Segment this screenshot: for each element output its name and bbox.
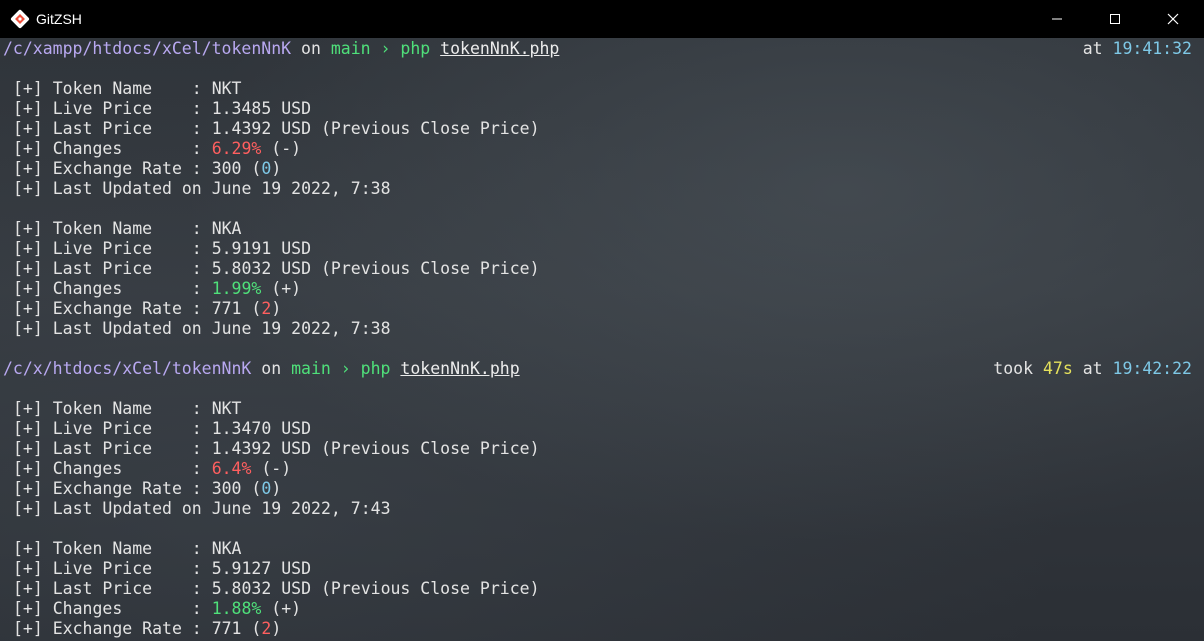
close-icon (1167, 13, 1179, 25)
token-name: NKA (211, 539, 242, 558)
last-price: 1.4392 USD (Previous Close Price) (211, 119, 540, 138)
change-sign: (-) (251, 459, 292, 478)
token-name-line: [+] Token Name : NKT (13, 399, 242, 418)
prompt-at: at (1082, 359, 1103, 378)
prompt-branch: main (291, 359, 331, 378)
close-button[interactable] (1144, 0, 1202, 38)
title-bar[interactable]: GitZSH (0, 0, 1204, 38)
minimize-button[interactable] (1028, 0, 1086, 38)
last-updated: June 19 2022, 7:43 (211, 499, 391, 518)
last-price-line: [+] Last Price : 1.4392 USD (Previous Cl… (13, 439, 540, 458)
change-percent: 6.29% (211, 139, 262, 158)
exchange-rate-line: [+] Exchange Rate : 771 (2) (13, 619, 282, 638)
live-price: 1.3470 USD (211, 419, 312, 438)
token-name-line: [+] Token Name : NKA (13, 539, 242, 558)
last-price-line: [+] Last Price : 5.8032 USD (Previous Cl… (13, 579, 540, 598)
token-name-line: [+] Token Name : NKA (13, 219, 242, 238)
change-percent: 1.99% (211, 279, 262, 298)
token-name: NKA (211, 219, 242, 238)
change-sign: (-) (261, 139, 302, 158)
prompt-command: php (400, 39, 431, 58)
exchange-rate-line: [+] Exchange Rate : 300 (0) (13, 159, 282, 178)
exchange-rate: 300 (211, 159, 242, 178)
last-updated: June 19 2022, 7:38 (211, 179, 391, 198)
prompt-line: /c/x/htdocs/xCel/tokenNnK on main › php … (3, 359, 520, 379)
maximize-icon (1110, 14, 1120, 24)
prompt-at: at (1082, 39, 1103, 58)
exchange-rate-delta: 0 (261, 479, 272, 498)
prompt-branch: main (330, 39, 371, 58)
prompt-time: 19:42:22 (1112, 359, 1192, 378)
prompt-arrow: › (340, 359, 351, 378)
minimize-icon (1052, 18, 1062, 20)
live-price-line: [+] Live Price : 5.9191 USD (13, 239, 312, 258)
prompt-status: at 19:41:32 (1083, 39, 1192, 59)
last-price: 5.8032 USD (Previous Close Price) (211, 579, 540, 598)
prompt-status: took 47s at 19:42:22 (993, 359, 1192, 379)
change-percent: 6.4% (211, 459, 252, 478)
last-price: 5.8032 USD (Previous Close Price) (211, 259, 540, 278)
prompt-line: /c/xampp/htdocs/xCel/tokenNnK on main › … (3, 39, 559, 59)
last-price: 1.4392 USD (Previous Close Price) (211, 439, 540, 458)
live-price: 5.9127 USD (211, 559, 312, 578)
prompt-path: /c/x/htdocs/xCel/tokenNnK (3, 359, 252, 378)
change-sign: (+) (261, 279, 302, 298)
terminal-window: GitZSH /c/xampp/htdocs/xCel/tokenNnK on … (0, 0, 1204, 641)
exchange-rate-delta: 2 (261, 299, 272, 318)
terminal-output[interactable]: /c/xampp/htdocs/xCel/tokenNnK on main › … (0, 38, 1204, 641)
last-updated-line: [+] Last Updated on June 19 2022, 7:38 (13, 319, 391, 338)
change-sign: (+) (261, 599, 302, 618)
exchange-rate: 771 (211, 299, 242, 318)
live-price: 1.3485 USD (211, 99, 312, 118)
prompt-file: tokenNnK.php (440, 39, 560, 58)
prompt-took: took (993, 359, 1034, 378)
token-name-line: [+] Token Name : NKT (13, 79, 242, 98)
change-percent: 1.88% (211, 599, 262, 618)
prompt-path: /c/xampp/htdocs/xCel/tokenNnK (3, 39, 292, 58)
changes-line: [+] Changes : 1.99% (+) (13, 279, 302, 298)
live-price-line: [+] Live Price : 5.9127 USD (13, 559, 312, 578)
token-name: NKT (211, 399, 242, 418)
exchange-rate: 300 (211, 479, 242, 498)
live-price-line: [+] Live Price : 1.3470 USD (13, 419, 312, 438)
prompt-on: on (261, 359, 282, 378)
exchange-rate: 771 (211, 619, 242, 638)
maximize-button[interactable] (1086, 0, 1144, 38)
last-updated-line: [+] Last Updated on June 19 2022, 7:38 (13, 179, 391, 198)
git-logo-icon (10, 9, 30, 29)
exchange-rate-line: [+] Exchange Rate : 771 (2) (13, 299, 282, 318)
prompt-command: php (360, 359, 391, 378)
prompt-on: on (301, 39, 321, 58)
changes-line: [+] Changes : 6.29% (-) (13, 139, 302, 158)
window-title: GitZSH (36, 11, 82, 27)
last-updated: June 19 2022, 7:38 (211, 319, 391, 338)
changes-line: [+] Changes : 6.4% (-) (13, 459, 292, 478)
prompt-time: 19:41:32 (1112, 39, 1192, 58)
prompt-arrow: › (380, 39, 391, 58)
live-price: 5.9191 USD (211, 239, 312, 258)
exchange-rate-line: [+] Exchange Rate : 300 (0) (13, 479, 282, 498)
exchange-rate-delta: 2 (261, 619, 272, 638)
changes-line: [+] Changes : 1.88% (+) (13, 599, 302, 618)
prompt-duration: 47s (1042, 359, 1073, 378)
token-name: NKT (211, 79, 242, 98)
exchange-rate-delta: 0 (261, 159, 272, 178)
last-price-line: [+] Last Price : 5.8032 USD (Previous Cl… (13, 259, 540, 278)
live-price-line: [+] Live Price : 1.3485 USD (13, 99, 312, 118)
last-updated-line: [+] Last Updated on June 19 2022, 7:43 (13, 499, 391, 518)
prompt-file: tokenNnK.php (400, 359, 520, 378)
last-price-line: [+] Last Price : 1.4392 USD (Previous Cl… (13, 119, 540, 138)
